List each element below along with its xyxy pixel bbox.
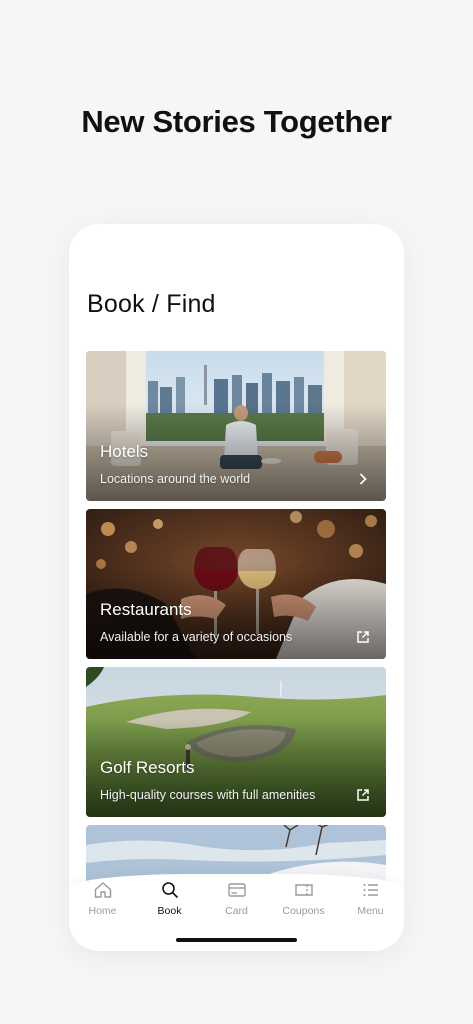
chevron-right-icon [359,473,367,485]
card-title: Restaurants [100,600,192,619]
tab-home[interactable]: Home [69,880,136,917]
search-icon [161,882,178,899]
card-subtitle: High-quality courses with full amenities [100,788,316,802]
external-link-icon [357,789,369,801]
hotels-card[interactable]: Hotels Locations around the world [86,351,386,501]
card-icon [227,883,246,897]
tab-label: Book [157,905,182,917]
coupon-icon [294,884,313,896]
tab-label: Coupons [282,905,325,917]
tab-coupons[interactable]: Coupons [270,880,337,917]
golf-resorts-card[interactable]: Golf Resorts High-quality courses with f… [86,667,386,817]
tab-book[interactable]: Book [136,880,203,917]
card-title: Hotels [100,442,149,461]
menu-icon [363,884,378,896]
tab-label: Home [88,905,117,917]
page-title: Book / Find [87,290,216,318]
card-subtitle: Locations around the world [100,472,251,486]
tab-label: Card [225,905,248,917]
tab-label: Menu [357,905,384,917]
home-icon [94,882,111,898]
card-subtitle: Available for a variety of occasions [100,630,293,644]
home-indicator [176,938,297,942]
tab-card[interactable]: Card [203,880,270,917]
phone-frame: Book / Find Hotels Locations around the … [69,224,404,951]
restaurants-card[interactable]: Restaurants Available for a variety of o… [86,509,386,659]
promo-headline: New Stories Together [81,104,392,139]
external-link-icon [357,631,369,643]
card-title: Golf Resorts [100,758,195,777]
tab-menu[interactable]: Menu [337,880,404,917]
bottom-tab-bar: Home Book Card Coupons Menu [69,874,404,951]
